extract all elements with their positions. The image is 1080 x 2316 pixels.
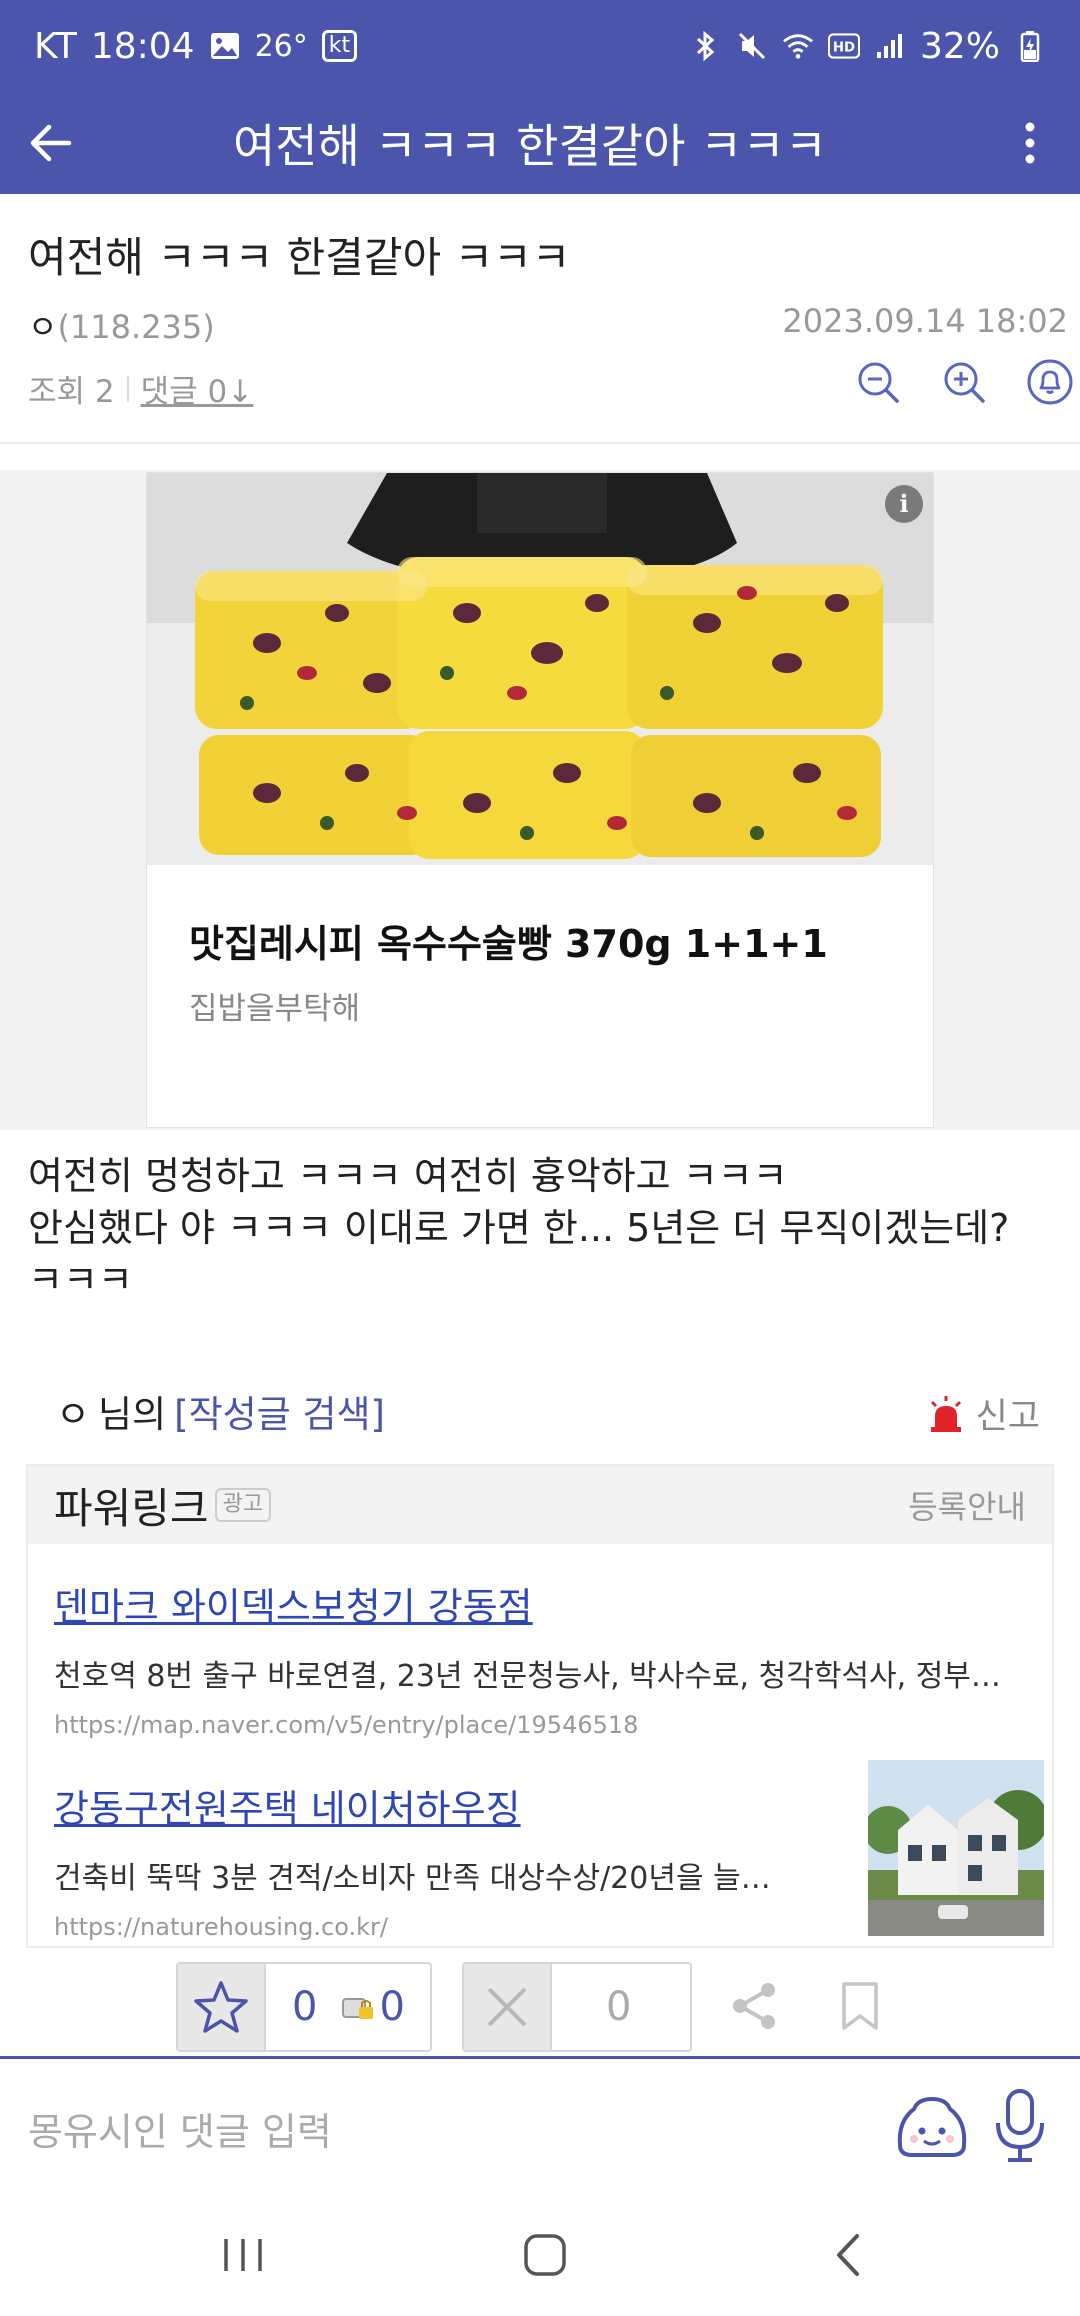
dccon-button[interactable]	[892, 2087, 972, 2167]
battery-percent: 32%	[919, 25, 1000, 67]
bookmark-button[interactable]	[830, 1976, 890, 2036]
author-search-nick: ㅇ	[56, 1393, 91, 1436]
mute-icon	[736, 30, 768, 62]
ad-banner-area: i 맛집레시피 옥수수술빵 370g 1+1+1 집밥을부탁해	[0, 470, 1080, 1130]
post-header: 여전해 ㅋㅋㅋ 한결같아 ㅋㅋㅋ ㅇ(118.235) 2023.09.14 1…	[0, 194, 1080, 444]
bluetooth-icon	[690, 30, 722, 62]
post-tools	[850, 354, 1078, 410]
battery-charging-icon	[1014, 30, 1046, 62]
author-posts-search-link[interactable]: [작성글 검색]	[174, 1384, 385, 1438]
post-body-line: 안심했다 야 ㅋㅋㅋ 이대로 가면 한... 5년은 더 무직이겠는데?	[28, 1206, 1010, 1250]
powerlink-item-title[interactable]: 덴마크 와이덱스보청기 강동점	[54, 1576, 1054, 1631]
more-menu-button[interactable]	[980, 92, 1080, 194]
post-body: 여전히 멍청하고 ㅋㅋㅋ 여전히 흉악하고 ㅋㅋㅋ 안심했다 야 ㅋㅋㅋ 이대로…	[28, 1150, 1068, 1306]
recommend-count: 0	[292, 1984, 318, 2030]
ad-product-name: 맛집레시피 옥수수술빵 370g 1+1+1	[189, 922, 828, 966]
post-date: 2023.09.14 18:02	[782, 302, 1068, 340]
powerlink-item-url: https://map.naver.com/v5/entry/place/195…	[54, 1711, 639, 1739]
wifi-icon	[782, 30, 814, 62]
powerlink-thumbnail[interactable]	[868, 1760, 1044, 1936]
author-nick: ㅇ	[28, 308, 58, 346]
powerlink-title: 파워링크	[54, 1483, 209, 1533]
recommend-button[interactable]	[178, 1964, 266, 2050]
emoticon-icon	[897, 2096, 967, 2157]
fixed-recommend-count: 0	[379, 1984, 405, 2030]
ad-card[interactable]: i 맛집레시피 옥수수술빵 370g 1+1+1 집밥을부탁해	[146, 472, 934, 1128]
not-recommend-count: 0	[606, 1984, 632, 2030]
ad-shop-name: 집밥을부탁해	[189, 991, 361, 1027]
author-ip: (118.235)	[57, 308, 215, 346]
post-body-line: 여전히 멍청하고 ㅋㅋㅋ 여전히 흉악하고 ㅋㅋㅋ	[28, 1154, 788, 1198]
home-icon	[524, 2234, 566, 2276]
share-icon	[733, 1983, 775, 2029]
report-button[interactable]: 신고	[926, 1388, 1040, 1439]
ad-badge: 광고	[214, 1488, 272, 1522]
post-title: 여전해 ㅋㅋㅋ 한결같아 ㅋㅋㅋ	[28, 233, 571, 282]
recent-apps-button[interactable]	[203, 2225, 283, 2285]
powerlink-item-desc: 건축비 뚝딱 3분 견적/소비자 만족 대상수상/20년을 늘…	[54, 1861, 771, 1896]
bookmark-icon	[842, 1982, 878, 2030]
signal-icon	[874, 30, 906, 62]
chevron-left-icon	[837, 2234, 859, 2276]
post-action-bar: 0 0 0	[0, 1956, 1080, 2056]
author-search-suffix: 님의	[98, 1393, 167, 1436]
arrow-left-icon	[30, 124, 72, 162]
more-vertical-icon	[1025, 122, 1035, 164]
svg-text:HD: HD	[833, 40, 855, 55]
hd-icon: HD	[827, 30, 860, 62]
carrier-badge: kt	[321, 30, 358, 62]
zoom-out-button[interactable]	[850, 354, 906, 410]
register-info-link[interactable]: 등록안내	[908, 1482, 1026, 1528]
powerlink-ad-section: 파워링크 광고 등록안내 덴마크 와이덱스보청기 강동점 천호역 8번 출구 바…	[26, 1464, 1054, 1948]
close-icon	[487, 1987, 527, 2027]
meta-divider	[126, 375, 129, 402]
ad-info-icon[interactable]: i	[885, 485, 923, 523]
status-bar: KT 18:04 26° kt HD 32%	[0, 0, 1080, 92]
notification-button[interactable]	[1022, 354, 1078, 410]
back-button[interactable]	[0, 92, 100, 194]
comment-count-link[interactable]: 댓글 0↓	[141, 366, 254, 411]
gallery-icon	[209, 30, 241, 62]
zoom-out-icon	[858, 362, 899, 403]
not-recommend-box: 0	[462, 1962, 692, 2052]
powerlink-item-desc: 천호역 8번 출구 바로연결, 23년 전문청능사, 박사수료, 청각학석사, …	[54, 1659, 1001, 1694]
recommend-box: 0 0	[176, 1962, 432, 2052]
powerlink-item[interactable]: 강동구전원주택 네이처하우징 건축비 뚝딱 3분 견적/소비자 만족 대상수상/…	[54, 1778, 834, 1941]
post-author[interactable]: ㅇ(118.235)	[28, 302, 215, 348]
powerlink-item-url: https://naturehousing.co.kr/	[54, 1913, 388, 1941]
system-nav-bar	[0, 2195, 1080, 2316]
home-button[interactable]	[505, 2225, 585, 2285]
comment-input[interactable]: 몽유시인 댓글 입력	[28, 2101, 332, 2156]
zoom-in-button[interactable]	[936, 354, 992, 410]
recent-apps-icon	[224, 2239, 262, 2271]
temperature: 26°	[254, 28, 308, 64]
bell-icon	[1027, 359, 1073, 405]
siren-icon	[930, 1395, 961, 1432]
ad-product-image: i	[147, 473, 933, 865]
carrier-label: KT	[34, 25, 77, 67]
share-button[interactable]	[724, 1976, 784, 2036]
comment-input-bar: 몽유시인 댓글 입력	[0, 2059, 1080, 2195]
app-bar: 여전해 ㅋㅋㅋ 한결같아 ㅋㅋㅋ	[0, 92, 1080, 194]
star-icon	[194, 1981, 248, 2033]
microphone-icon	[996, 2089, 1044, 2162]
voice-input-button[interactable]	[990, 2085, 1050, 2165]
report-label: 신고	[975, 1397, 1040, 1437]
powerlink-header: 파워링크 광고 등록안내	[28, 1466, 1052, 1544]
powerlink-item-title[interactable]: 강동구전원주택 네이처하우징	[54, 1778, 834, 1833]
author-search-row: ㅇ 님의 [작성글 검색]	[56, 1384, 385, 1438]
fixed-recommend-icon	[341, 1993, 375, 2021]
system-back-button[interactable]	[808, 2225, 888, 2285]
not-recommend-button[interactable]	[464, 1964, 552, 2050]
post-meta: 조회 2 댓글 0↓	[28, 366, 253, 411]
app-bar-title: 여전해 ㅋㅋㅋ 한결같아 ㅋㅋㅋ	[232, 119, 828, 173]
view-count: 조회 2	[28, 374, 115, 410]
powerlink-item[interactable]: 덴마크 와이덱스보청기 강동점 천호역 8번 출구 바로연결, 23년 전문청능…	[54, 1576, 1054, 1739]
clock: 18:04	[90, 25, 195, 67]
zoom-in-icon	[944, 362, 985, 403]
post-body-line: ㅋㅋㅋ	[28, 1258, 133, 1302]
